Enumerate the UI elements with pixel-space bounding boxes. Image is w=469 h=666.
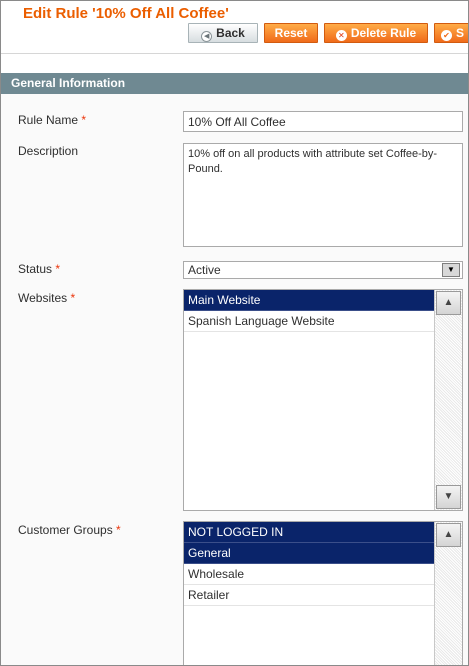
customer-group-option[interactable]: Retailer: [184, 585, 434, 606]
edit-rule-window: Edit Rule '10% Off All Coffee' ◀ Back Res…: [0, 0, 469, 666]
delete-rule-button[interactable]: ✕ Delete Rule: [324, 23, 428, 43]
rule-name-label-text: Rule Name: [18, 113, 79, 127]
rule-name-input[interactable]: 10% Off All Coffee: [183, 111, 463, 132]
back-button[interactable]: ◀ Back: [188, 23, 258, 43]
websites-label-text: Websites: [18, 291, 68, 305]
required-marker: *: [55, 262, 61, 276]
delete-button-label: Delete Rule: [350, 26, 417, 40]
status-select[interactable]: Active ▼: [183, 261, 463, 279]
status-selected-value: Active: [188, 263, 221, 277]
scroll-up-icon[interactable]: ▲: [436, 523, 461, 547]
section-header: General Information: [1, 73, 468, 94]
websites-option[interactable]: Main Website: [184, 290, 434, 311]
websites-listbox[interactable]: Main Website Spanish Language Website ▲ …: [183, 289, 463, 511]
header-divider: [1, 53, 468, 54]
scroll-up-icon[interactable]: ▲: [436, 291, 461, 315]
status-label: Status *: [18, 262, 60, 276]
description-label: Description: [18, 144, 79, 158]
customer-group-option[interactable]: NOT LOGGED IN: [184, 522, 434, 543]
reset-button-label: Reset: [274, 26, 308, 40]
rule-name-label: Rule Name *: [18, 113, 86, 127]
websites-label: Websites *: [18, 291, 75, 305]
scroll-down-icon[interactable]: ▼: [436, 485, 461, 509]
customer-group-option[interactable]: General: [184, 543, 434, 564]
websites-scrollbar[interactable]: ▲ ▼: [434, 290, 462, 510]
save-button[interactable]: ✔ S: [434, 23, 468, 43]
back-arrow-icon: ◀: [201, 31, 213, 42]
customer-groups-scrollbar[interactable]: ▲: [434, 522, 462, 665]
required-marker: *: [81, 113, 87, 127]
status-label-text: Status: [18, 262, 53, 276]
description-textarea[interactable]: 10% off on all products with attribute s…: [183, 143, 463, 247]
delete-x-icon: ✕: [335, 30, 347, 41]
save-check-icon: ✔: [441, 30, 452, 41]
reset-button[interactable]: Reset: [264, 23, 318, 43]
customer-group-option[interactable]: Wholesale: [184, 564, 434, 585]
customer-groups-listbox[interactable]: NOT LOGGED IN General Wholesale Retailer…: [183, 521, 463, 665]
required-marker: *: [70, 291, 76, 305]
required-marker: *: [116, 523, 121, 537]
websites-option[interactable]: Spanish Language Website: [184, 311, 434, 332]
back-button-label: Back: [216, 26, 245, 40]
customer-groups-label-text: Customer Groups: [18, 523, 113, 537]
customer-groups-label: Customer Groups *: [18, 523, 121, 537]
page-title: Edit Rule '10% Off All Coffee': [23, 5, 229, 22]
save-button-label: S: [456, 26, 465, 40]
chevron-down-icon[interactable]: ▼: [442, 263, 460, 277]
